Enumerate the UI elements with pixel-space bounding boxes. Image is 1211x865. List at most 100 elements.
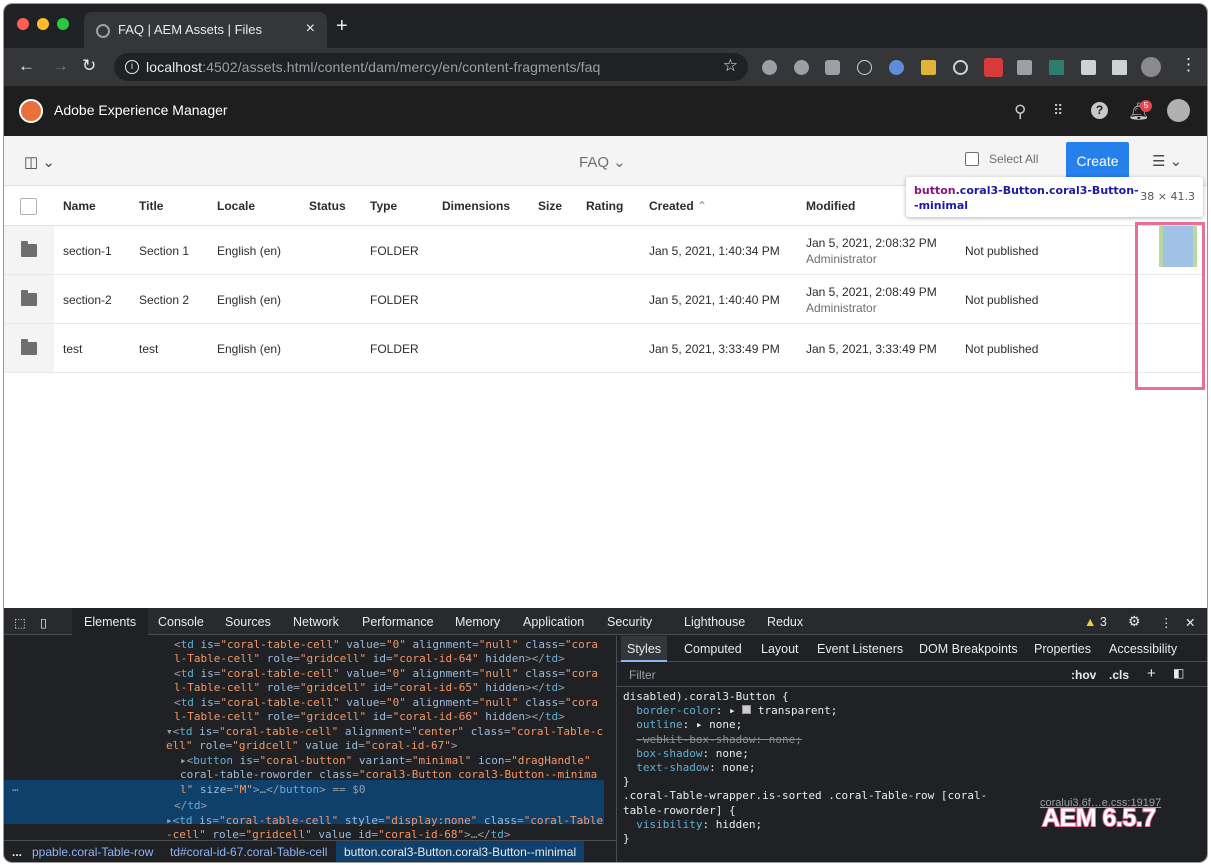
folder-title-dropdown[interactable]: FAQ ⌄ bbox=[579, 153, 626, 171]
minimize-window-button[interactable] bbox=[37, 18, 49, 30]
tab-accessibility[interactable]: Accessibility bbox=[1109, 642, 1177, 656]
cls-toggle[interactable]: .cls bbox=[1109, 668, 1129, 682]
reload-icon[interactable]: ↻ bbox=[82, 56, 96, 76]
inspect-element-icon[interactable]: ⬚ bbox=[14, 615, 26, 630]
forward-arrow-icon[interactable]: → bbox=[52, 56, 69, 76]
aem-brand[interactable]: Adobe Experience Manager bbox=[54, 102, 228, 118]
globe-icon bbox=[96, 24, 110, 38]
hov-toggle[interactable]: :hov bbox=[1071, 668, 1096, 682]
profile-avatar[interactable] bbox=[1141, 57, 1161, 77]
rail-toggle-icon[interactable]: ◫ ⌄ bbox=[24, 153, 55, 171]
user-avatar[interactable] bbox=[1167, 99, 1190, 122]
select-all-button[interactable]: Select All bbox=[965, 152, 1038, 166]
col-created[interactable]: Created ⌃ bbox=[649, 199, 707, 213]
extension-icon[interactable] bbox=[984, 58, 1003, 77]
aem-header: Adobe Experience Manager ⚲ ⠿ ? 🔔︎ 5 bbox=[4, 86, 1207, 136]
bookmark-star-icon[interactable]: ☆ bbox=[723, 56, 738, 76]
more-options-icon[interactable]: ⋮ bbox=[1160, 615, 1173, 630]
extension-icon[interactable] bbox=[762, 60, 777, 75]
cell-modified-by: Administrator bbox=[806, 301, 877, 315]
view-switcher-icon[interactable]: ☰ ⌄ bbox=[1152, 152, 1182, 170]
tab-dom-breakpoints[interactable]: DOM Breakpoints bbox=[919, 642, 1018, 656]
tab-properties[interactable]: Properties bbox=[1034, 642, 1091, 656]
maximize-window-button[interactable] bbox=[57, 18, 69, 30]
col-size[interactable]: Size bbox=[538, 199, 562, 213]
tab-security[interactable]: Security bbox=[607, 615, 652, 629]
tab-network[interactable]: Network bbox=[293, 615, 339, 629]
tab-elements[interactable]: Elements bbox=[72, 608, 149, 635]
puzzle-icon[interactable] bbox=[1081, 60, 1096, 75]
extension-icon[interactable] bbox=[953, 60, 968, 75]
cell-locale: English (en) bbox=[217, 293, 282, 307]
crumb-more[interactable]: ... bbox=[12, 845, 22, 859]
col-modified[interactable]: Modified bbox=[806, 199, 855, 213]
tab-lighthouse[interactable]: Lighthouse bbox=[684, 615, 745, 629]
col-dimensions[interactable]: Dimensions bbox=[442, 199, 510, 213]
tab-bar: FAQ | AEM Assets | Files × + bbox=[4, 4, 1207, 48]
browser-window: FAQ | AEM Assets | Files × + ← → ↻ i loc… bbox=[4, 4, 1207, 862]
cell-title: Section 2 bbox=[139, 293, 190, 307]
table-row[interactable]: section-1 Section 1 English (en) FOLDER … bbox=[4, 226, 1204, 275]
tab-memory[interactable]: Memory bbox=[455, 615, 500, 629]
info-icon[interactable]: i bbox=[125, 60, 139, 74]
new-rule-icon[interactable]: + bbox=[1147, 665, 1156, 682]
table-row[interactable]: section-2 Section 2 English (en) FOLDER … bbox=[4, 275, 1204, 324]
close-window-button[interactable] bbox=[17, 18, 29, 30]
cell-created: Jan 5, 2021, 1:40:34 PM bbox=[649, 244, 780, 258]
toggle-sidebar-icon[interactable]: ◧ bbox=[1173, 666, 1184, 680]
col-type[interactable]: Type bbox=[370, 199, 397, 213]
drag-handle-highlight bbox=[1159, 226, 1197, 267]
settings-gear-icon[interactable]: ⚙ bbox=[1128, 613, 1141, 630]
notification-count: 5 bbox=[1140, 100, 1152, 112]
tab-application[interactable]: Application bbox=[523, 615, 584, 629]
col-created-label: Created bbox=[649, 199, 694, 213]
crumb-td[interactable]: td#coral-id-67.coral-Table-cell bbox=[170, 845, 327, 859]
col-name[interactable]: Name bbox=[63, 199, 96, 213]
search-icon[interactable]: ⚲ bbox=[1014, 102, 1026, 122]
new-tab-icon[interactable]: + bbox=[336, 15, 348, 38]
menu-kebab-icon[interactable]: ⋮ bbox=[1180, 55, 1197, 75]
crumb-table-row[interactable]: ppable.coral-Table-row bbox=[32, 845, 153, 859]
browser-tab[interactable]: FAQ | AEM Assets | Files × bbox=[84, 12, 327, 48]
header-checkbox[interactable] bbox=[20, 198, 37, 215]
create-button[interactable]: Create bbox=[1066, 142, 1129, 180]
warning-count[interactable]: ▲ 3 bbox=[1084, 615, 1107, 629]
table-row[interactable]: test test English (en) FOLDER Jan 5, 202… bbox=[4, 324, 1204, 373]
tab-computed[interactable]: Computed bbox=[684, 642, 742, 656]
cell-created: Jan 5, 2021, 3:33:49 PM bbox=[649, 342, 780, 356]
tab-performance[interactable]: Performance bbox=[362, 615, 434, 629]
extension-icon[interactable] bbox=[889, 60, 904, 75]
tab-redux[interactable]: Redux bbox=[767, 615, 803, 629]
device-toggle-icon[interactable]: ▯ bbox=[40, 615, 47, 630]
tab-styles[interactable]: Styles bbox=[621, 636, 668, 662]
help-icon[interactable]: ? bbox=[1091, 102, 1108, 119]
styles-rules[interactable]: disabled).coral3-Button { border-color: … bbox=[623, 690, 987, 846]
close-tab-icon[interactable]: × bbox=[306, 20, 315, 38]
col-rating[interactable]: Rating bbox=[586, 199, 623, 213]
crumb-button[interactable]: button.coral3-Button.coral3-Button--mini… bbox=[336, 841, 585, 862]
styles-filter-input[interactable]: Filter :hov .cls + ◧ bbox=[617, 663, 1207, 687]
tab-sources[interactable]: Sources bbox=[225, 615, 271, 629]
react-devtools-icon[interactable] bbox=[857, 60, 872, 75]
solutions-grid-icon[interactable]: ⠿ bbox=[1053, 102, 1063, 119]
col-locale[interactable]: Locale bbox=[217, 199, 255, 213]
tooltip-tag: button bbox=[914, 184, 956, 197]
extension-icon[interactable] bbox=[1017, 60, 1032, 75]
aem-logo-icon[interactable] bbox=[19, 99, 43, 123]
tab-layout[interactable]: Layout bbox=[761, 642, 799, 656]
dom-tree[interactable]: … <td is="coral-table-cell" value="0" al… bbox=[4, 636, 616, 841]
col-title[interactable]: Title bbox=[139, 199, 163, 213]
tab-console[interactable]: Console bbox=[158, 615, 204, 629]
media-list-icon[interactable] bbox=[1112, 60, 1127, 75]
col-status[interactable]: Status bbox=[309, 199, 346, 213]
close-devtools-icon[interactable]: ✕ bbox=[1185, 615, 1195, 630]
extension-icon[interactable] bbox=[921, 60, 936, 75]
address-toolbar: ← → ↻ i localhost:4502/assets.html/conte… bbox=[4, 48, 1207, 86]
devtools-tabs: ⬚ ▯ Elements Console Sources Network Per… bbox=[4, 608, 1207, 635]
extension-icon[interactable] bbox=[1049, 60, 1064, 75]
extension-icon[interactable] bbox=[794, 60, 809, 75]
url-input[interactable]: i localhost:4502/assets.html/content/dam… bbox=[114, 53, 748, 81]
extension-icon[interactable] bbox=[825, 60, 840, 75]
tab-event-listeners[interactable]: Event Listeners bbox=[817, 642, 903, 656]
back-arrow-icon[interactable]: ← bbox=[18, 56, 35, 76]
